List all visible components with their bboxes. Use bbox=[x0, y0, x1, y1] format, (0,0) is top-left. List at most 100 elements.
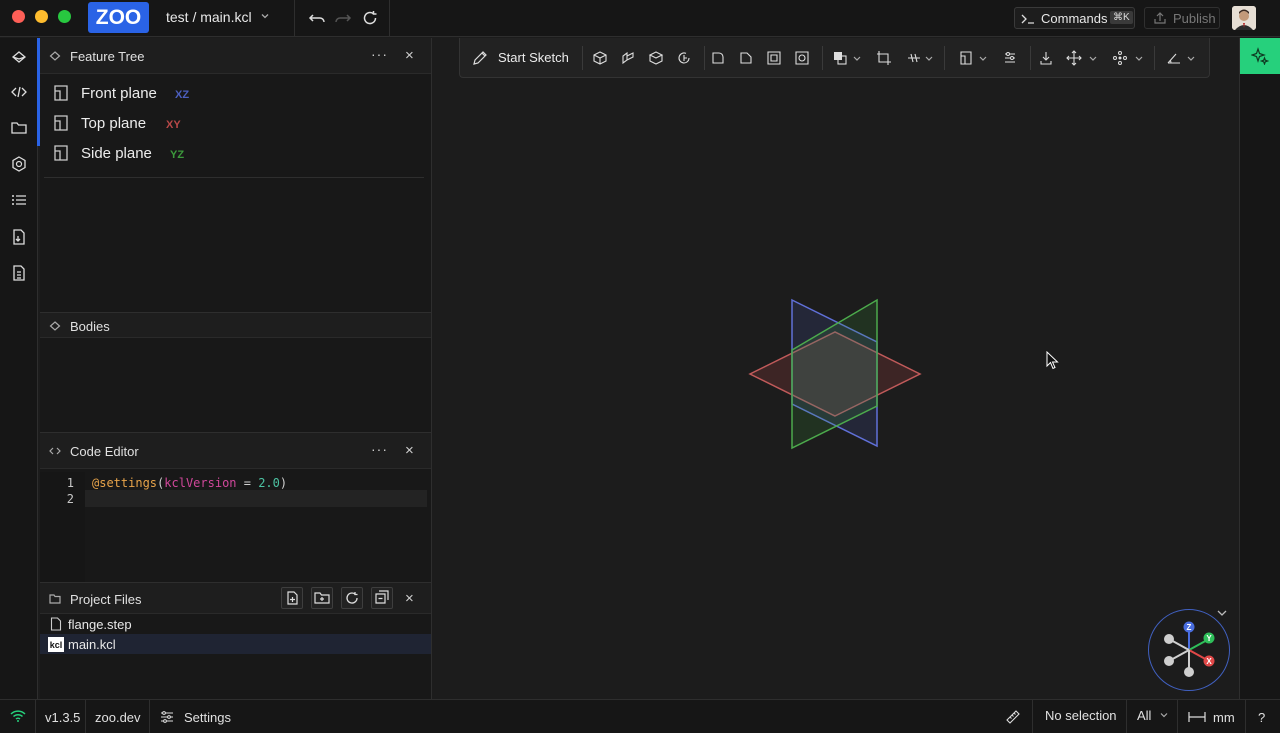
chevron-down-icon[interactable] bbox=[1088, 50, 1098, 66]
feature-tree-close-button[interactable]: × bbox=[405, 47, 414, 64]
chevron-down-icon[interactable] bbox=[1134, 50, 1144, 66]
feature-tree-title: Feature Tree bbox=[70, 49, 145, 64]
folder-icon[interactable] bbox=[9, 118, 29, 138]
3d-viewport[interactable]: Z Y X bbox=[432, 38, 1239, 699]
import-icon[interactable] bbox=[1038, 50, 1054, 66]
plane-axis-badge: XZ bbox=[175, 89, 190, 101]
title-bar: ZOO test / main.kcl Commands ⌘K Publish bbox=[0, 0, 1280, 37]
default-planes bbox=[748, 298, 922, 450]
plane-name: Front plane bbox=[81, 85, 157, 102]
project-title-dropdown[interactable]: test / main.kcl bbox=[166, 9, 270, 25]
sweep-icon[interactable] bbox=[620, 50, 636, 66]
file-icon bbox=[50, 617, 62, 631]
active-line-highlight[interactable] bbox=[85, 490, 427, 507]
collapse-all-button[interactable] bbox=[371, 587, 393, 609]
chamfer-icon[interactable] bbox=[738, 50, 754, 66]
offset-plane-icon[interactable] bbox=[876, 50, 892, 66]
pencil-icon bbox=[473, 51, 487, 65]
new-folder-button[interactable] bbox=[311, 587, 333, 609]
gizmo-x-label[interactable]: X bbox=[1206, 657, 1212, 666]
file-name: flange.step bbox=[68, 617, 132, 632]
gizmo-z-label[interactable]: Z bbox=[1187, 623, 1192, 632]
feature-tree-more-button[interactable]: ··· bbox=[371, 46, 388, 62]
export-file-icon[interactable] bbox=[9, 263, 29, 283]
toolbar-divider bbox=[582, 46, 583, 70]
bodies-title: Bodies bbox=[70, 319, 110, 334]
project-files-title: Project Files bbox=[70, 592, 142, 607]
file-item-flange[interactable]: flange.step bbox=[40, 614, 431, 634]
modeling-toolbar: Start Sketch bbox=[459, 38, 1210, 78]
site-link[interactable]: zoo.dev bbox=[95, 710, 141, 725]
code-line[interactable]: @settings(kclVersion = 2.0) bbox=[92, 476, 287, 490]
project-files-header: Project Files × bbox=[40, 583, 431, 614]
toolbar-divider bbox=[1154, 46, 1155, 70]
gizmo-y-label[interactable]: Y bbox=[1206, 634, 1212, 643]
extrude-icon[interactable] bbox=[592, 50, 608, 66]
start-sketch-label: Start Sketch bbox=[498, 50, 569, 65]
help-button[interactable]: ? bbox=[1258, 710, 1265, 725]
toolbar-divider bbox=[944, 46, 945, 70]
fillet-icon[interactable] bbox=[710, 50, 726, 66]
loft-icon[interactable] bbox=[648, 50, 664, 66]
feature-tree-icon bbox=[49, 51, 61, 61]
import-file-icon[interactable] bbox=[9, 227, 29, 247]
publish-button[interactable]: Publish bbox=[1144, 7, 1220, 29]
move-icon[interactable] bbox=[1066, 50, 1082, 66]
plugin-icon[interactable] bbox=[9, 154, 29, 174]
minimize-window-button[interactable] bbox=[35, 10, 48, 23]
ruler-icon[interactable] bbox=[1005, 709, 1021, 725]
boolean-icon[interactable] bbox=[832, 50, 848, 66]
code-param: kclVersion bbox=[164, 476, 237, 490]
refresh-icon[interactable] bbox=[360, 8, 380, 28]
status-divider bbox=[149, 700, 150, 733]
code-editor-close-button[interactable]: × bbox=[405, 442, 414, 459]
project-title: test / main.kcl bbox=[166, 9, 252, 25]
collapse-icon bbox=[375, 590, 389, 604]
refresh-icon bbox=[346, 592, 358, 604]
settings-button[interactable]: Settings bbox=[160, 700, 240, 733]
refresh-files-button[interactable] bbox=[341, 587, 363, 609]
view-gizmo[interactable]: Z Y X bbox=[1148, 609, 1230, 691]
chevron-down-icon[interactable] bbox=[924, 50, 934, 66]
maximize-window-button[interactable] bbox=[58, 10, 71, 23]
ai-assistant-button[interactable] bbox=[1240, 38, 1280, 74]
units-label: mm bbox=[1213, 710, 1235, 725]
settings-label: Settings bbox=[184, 710, 231, 725]
feature-tree-icon[interactable] bbox=[9, 47, 29, 67]
shell-icon[interactable] bbox=[766, 50, 782, 66]
selection-filter-dropdown[interactable]: All bbox=[1127, 700, 1177, 733]
code-editor-pane: Code Editor ··· × bbox=[40, 433, 431, 583]
code-editor-more-button[interactable]: ··· bbox=[371, 441, 388, 457]
chevron-down-icon[interactable] bbox=[1186, 50, 1196, 66]
close-window-button[interactable] bbox=[12, 10, 25, 23]
feature-tree-divider bbox=[44, 177, 424, 178]
avatar-image bbox=[1232, 6, 1256, 30]
project-files-close-button[interactable]: × bbox=[405, 590, 414, 607]
plane-icon[interactable] bbox=[958, 50, 974, 66]
units-button[interactable]: mm bbox=[1178, 700, 1240, 733]
commands-shortcut: ⌘K bbox=[1110, 11, 1133, 24]
measure-icon[interactable] bbox=[1166, 50, 1182, 66]
list-icon[interactable] bbox=[9, 190, 29, 210]
hole-icon[interactable] bbox=[794, 50, 810, 66]
undo-icon[interactable] bbox=[307, 8, 327, 28]
plane-icon bbox=[54, 145, 68, 161]
chevron-down-icon[interactable] bbox=[852, 50, 862, 66]
chevron-down-icon[interactable] bbox=[978, 50, 988, 66]
helix-icon[interactable] bbox=[906, 50, 922, 66]
user-avatar[interactable] bbox=[1232, 6, 1256, 30]
app-version[interactable]: v1.3.5 bbox=[45, 710, 80, 725]
new-file-button[interactable] bbox=[281, 587, 303, 609]
status-divider bbox=[35, 700, 36, 733]
text-to-cad-icon[interactable] bbox=[1002, 50, 1018, 66]
redo-icon[interactable] bbox=[333, 8, 353, 28]
revolve-icon[interactable] bbox=[676, 50, 692, 66]
code-icon[interactable] bbox=[9, 82, 29, 102]
pattern-icon[interactable] bbox=[1112, 50, 1128, 66]
zoo-logo[interactable]: ZOO bbox=[88, 2, 149, 33]
file-item-main[interactable]: kcl main.kcl bbox=[40, 634, 431, 654]
status-divider bbox=[85, 700, 86, 733]
network-status-icon[interactable] bbox=[10, 709, 26, 723]
code-editor-title: Code Editor bbox=[70, 444, 139, 459]
commands-button[interactable]: Commands ⌘K bbox=[1014, 7, 1135, 29]
